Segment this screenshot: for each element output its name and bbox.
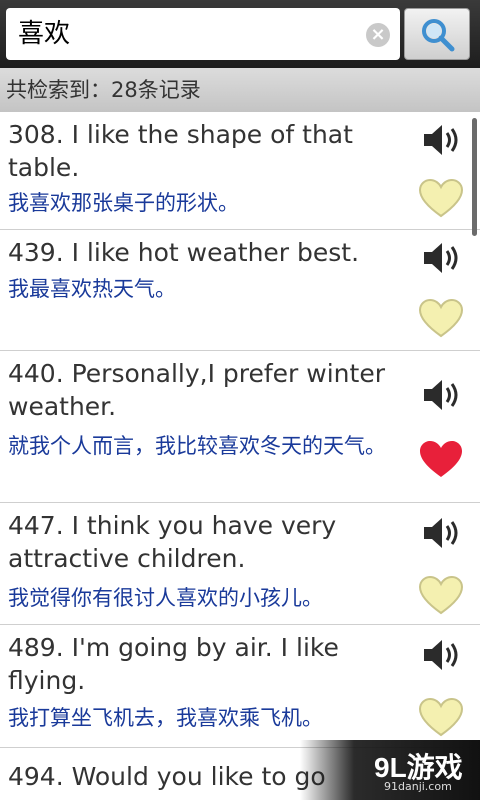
chinese-translation: 我最喜欢热天气。 (8, 277, 176, 301)
english-sentence: 308. I like the shape of that table. (8, 120, 353, 182)
favorite-heart-icon[interactable] (418, 697, 464, 739)
list-item[interactable]: 439. I like hot weather best. 我最喜欢热天气。 (0, 230, 480, 351)
chinese-translation: 就我个人而言，我比较喜欢冬天的天气。 (8, 434, 386, 458)
english-sentence: 440. Personally,I prefer winter weather. (8, 359, 385, 421)
watermark: 9L游戏 91danji.com (300, 740, 480, 800)
search-input[interactable]: 喜欢 (6, 8, 400, 60)
list-item[interactable]: 447. I think you have very attractive ch… (0, 503, 480, 625)
search-icon (422, 19, 455, 52)
search-bar: 喜欢 × (0, 0, 480, 68)
clear-icon[interactable]: × (366, 23, 390, 47)
chinese-translation: 我打算坐飞机去，我喜欢乘飞机。 (8, 706, 323, 730)
speaker-icon[interactable] (420, 375, 464, 415)
english-sentence: 439. I like hot weather best. (8, 238, 360, 267)
list-item[interactable]: 489. I'm going by air. I like flying. 我打… (0, 625, 480, 748)
english-sentence: 489. I'm going by air. I like flying. (8, 633, 339, 695)
result-count: 共检索到：28条记录 (0, 68, 480, 112)
speaker-icon[interactable] (420, 238, 464, 278)
speaker-icon[interactable] (420, 120, 464, 160)
list-item[interactable]: 308. I like the shape of that table. 我喜欢… (0, 112, 480, 230)
favorite-heart-icon[interactable] (418, 439, 464, 481)
english-sentence: 447. I think you have very attractive ch… (8, 511, 337, 573)
scrollbar[interactable] (472, 118, 477, 236)
speaker-icon[interactable] (420, 513, 464, 553)
result-list[interactable]: 308. I like the shape of that table. 我喜欢… (0, 112, 480, 800)
search-button[interactable] (404, 8, 470, 60)
favorite-heart-icon[interactable] (418, 178, 464, 220)
favorite-heart-icon[interactable] (418, 575, 464, 617)
favorite-heart-icon[interactable] (418, 298, 464, 340)
chinese-translation: 我喜欢那张桌子的形状。 (8, 191, 239, 215)
list-item[interactable]: 440. Personally,I prefer winter weather.… (0, 351, 480, 503)
speaker-icon[interactable] (420, 635, 464, 675)
watermark-url: 91danji.com (384, 780, 452, 793)
chinese-translation: 我觉得你有很讨人喜欢的小孩儿。 (8, 586, 323, 610)
